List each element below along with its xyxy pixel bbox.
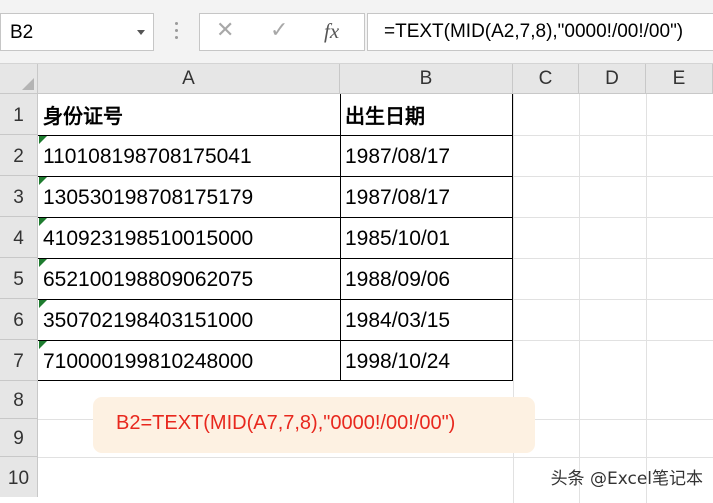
drag-handle-icon[interactable] xyxy=(175,22,179,42)
cell-a7[interactable]: 710000199810248000 xyxy=(38,340,340,381)
error-indicator-icon[interactable] xyxy=(39,300,47,308)
row-header-9[interactable]: 9 xyxy=(0,419,38,457)
cell-b2[interactable]: 1987/08/17 xyxy=(340,135,513,176)
checkmark-icon[interactable]: ✓ xyxy=(270,18,288,43)
row-header-3[interactable]: 3 xyxy=(0,176,38,217)
row-header-10[interactable]: 10 xyxy=(0,457,38,497)
cell-a1[interactable]: 身份证号 xyxy=(38,94,340,135)
formula-bar: B2 ✕ ✓ fx =TEXT(MID(A2,7,8),"0000!/00!/0… xyxy=(0,0,713,64)
row-header-2[interactable]: 2 xyxy=(0,135,38,176)
cell-a4[interactable]: 410923198510015000 xyxy=(38,217,340,258)
row-header-5[interactable]: 5 xyxy=(0,258,38,299)
watermark: 头条 @Excel笔记本 xyxy=(550,469,703,489)
row-header-8[interactable]: 8 xyxy=(0,381,38,419)
name-box-value: B2 xyxy=(10,22,34,43)
formula-text: =TEXT(MID(A2,7,8),"0000!/00!/00") xyxy=(384,21,684,42)
cell-a2[interactable]: 110108198708175041 xyxy=(38,135,340,176)
column-header-a[interactable]: A xyxy=(38,64,340,94)
column-header-e[interactable]: E xyxy=(646,64,713,94)
error-indicator-icon[interactable] xyxy=(39,341,47,349)
cell-a5[interactable]: 652100198809062075 xyxy=(38,258,340,299)
error-indicator-icon[interactable] xyxy=(39,177,47,185)
name-box[interactable]: B2 xyxy=(0,13,154,51)
formula-callout: B2=TEXT(MID(A7,7,8),"0000!/00!/00") xyxy=(93,397,535,453)
callout-text: B2=TEXT(MID(A7,7,8),"0000!/00!/00") xyxy=(116,412,456,434)
cell-b6[interactable]: 1984/03/15 xyxy=(340,299,513,340)
formula-input[interactable]: =TEXT(MID(A2,7,8),"0000!/00!/00") xyxy=(367,13,713,51)
row-header-4[interactable]: 4 xyxy=(0,217,38,258)
error-indicator-icon[interactable] xyxy=(39,218,47,226)
row-header-6[interactable]: 6 xyxy=(0,299,38,340)
error-indicator-icon[interactable] xyxy=(39,136,47,144)
select-all-button[interactable] xyxy=(0,64,38,94)
insert-function-icon[interactable]: fx xyxy=(324,19,339,44)
formula-buttons: ✕ ✓ fx xyxy=(199,13,365,51)
cancel-icon[interactable]: ✕ xyxy=(216,18,234,43)
cell-b7[interactable]: 1998/10/24 xyxy=(340,340,513,381)
error-indicator-icon[interactable] xyxy=(39,259,47,267)
row-header-7[interactable]: 7 xyxy=(0,340,38,381)
cell-a6[interactable]: 350702198403151000 xyxy=(38,299,340,340)
cell-b1[interactable]: 出生日期 xyxy=(340,94,513,135)
row-header-1[interactable]: 1 xyxy=(0,94,38,135)
cell-b3[interactable]: 1987/08/17 xyxy=(340,176,513,217)
chevron-down-icon[interactable] xyxy=(137,30,145,35)
cell-a3[interactable]: 130530198708175179 xyxy=(38,176,340,217)
cell-b4[interactable]: 1985/10/01 xyxy=(340,217,513,258)
cell-b5[interactable]: 1988/09/06 xyxy=(340,258,513,299)
column-header-b[interactable]: B xyxy=(340,64,513,94)
gridline xyxy=(38,457,713,458)
column-header-c[interactable]: C xyxy=(513,64,579,94)
column-header-d[interactable]: D xyxy=(579,64,646,94)
